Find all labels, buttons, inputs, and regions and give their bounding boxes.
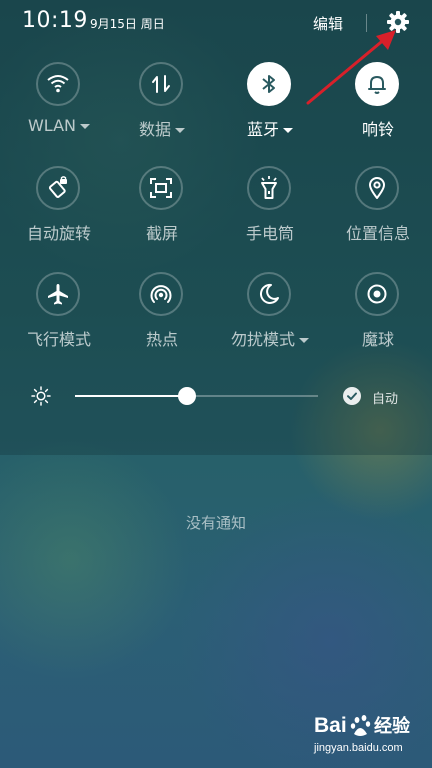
tile-label: 截屏 bbox=[145, 224, 178, 243]
svg-text:经验: 经验 bbox=[374, 715, 411, 737]
tile-ringer[interactable]: 响铃 bbox=[324, 62, 432, 152]
tile-autorotate[interactable]: 自动旋转 bbox=[5, 166, 113, 256]
tile-label: 手电筒 bbox=[245, 224, 294, 243]
auto-brightness-checkbox[interactable] bbox=[343, 387, 361, 405]
rotate-icon bbox=[36, 166, 80, 210]
tile-label: 勿扰模式 bbox=[216, 326, 324, 350]
mobile-data-icon bbox=[139, 62, 183, 106]
bluetooth-icon bbox=[247, 62, 291, 106]
tile-label: 热点 bbox=[145, 330, 178, 349]
tile-screenshot[interactable]: 截屏 bbox=[108, 166, 216, 256]
svg-text:Bai: Bai bbox=[314, 714, 347, 737]
tile-bluetooth[interactable]: 蓝牙 bbox=[216, 62, 324, 152]
tile-flashlight[interactable]: 手电筒 bbox=[216, 166, 324, 256]
brightness-icon bbox=[31, 386, 51, 406]
tile-label: WLAN bbox=[5, 116, 113, 135]
watermark-url: jingyan.baidu.com bbox=[314, 742, 403, 754]
tile-hotspot[interactable]: 热点 bbox=[108, 272, 216, 362]
tile-label: 位置信息 bbox=[345, 224, 410, 243]
tile-label: 自动旋转 bbox=[26, 224, 91, 243]
tile-label: 响铃 bbox=[361, 120, 394, 139]
tile-magicball[interactable]: 魔球 bbox=[324, 272, 432, 362]
brightness-slider-fill bbox=[75, 395, 187, 397]
chevron-down-icon bbox=[283, 128, 293, 133]
chevron-down-icon bbox=[175, 128, 185, 133]
tile-label: 数据 bbox=[108, 116, 216, 140]
wifi-icon bbox=[36, 62, 80, 106]
date: 9月15日 周日 bbox=[90, 17, 165, 31]
brightness-slider[interactable] bbox=[75, 387, 318, 405]
tile-airplane[interactable]: 飞行模式 bbox=[5, 272, 113, 362]
tile-location[interactable]: 位置信息 bbox=[324, 166, 432, 256]
screenshot-icon bbox=[139, 166, 183, 210]
moon-icon bbox=[247, 272, 291, 316]
location-icon bbox=[355, 166, 399, 210]
watermark-logo: Bai 经验 bbox=[314, 710, 426, 740]
hotspot-icon bbox=[139, 272, 183, 316]
tile-dnd[interactable]: 勿扰模式 bbox=[216, 272, 324, 362]
tile-wlan[interactable]: WLAN bbox=[5, 62, 113, 152]
brightness-slider-thumb[interactable] bbox=[177, 387, 196, 405]
airplane-icon bbox=[36, 272, 80, 316]
empty-notifications-text: 没有通知 bbox=[185, 514, 246, 532]
chevron-down-icon bbox=[80, 124, 90, 129]
brightness-row: 自动 bbox=[0, 380, 432, 412]
auto-brightness-label: 自动 bbox=[372, 392, 399, 407]
bell-icon bbox=[355, 62, 399, 106]
tile-label: 魔球 bbox=[361, 330, 394, 349]
clock: 10:19 bbox=[22, 8, 88, 33]
ball-icon bbox=[355, 272, 399, 316]
watermark: Bai 经验 jingyan.baidu.com bbox=[314, 710, 426, 760]
tile-label: 飞行模式 bbox=[26, 330, 91, 349]
tile-data[interactable]: 数据 bbox=[108, 62, 216, 152]
tile-label: 蓝牙 bbox=[216, 116, 324, 140]
flashlight-icon bbox=[247, 166, 291, 210]
chevron-down-icon bbox=[299, 338, 309, 343]
